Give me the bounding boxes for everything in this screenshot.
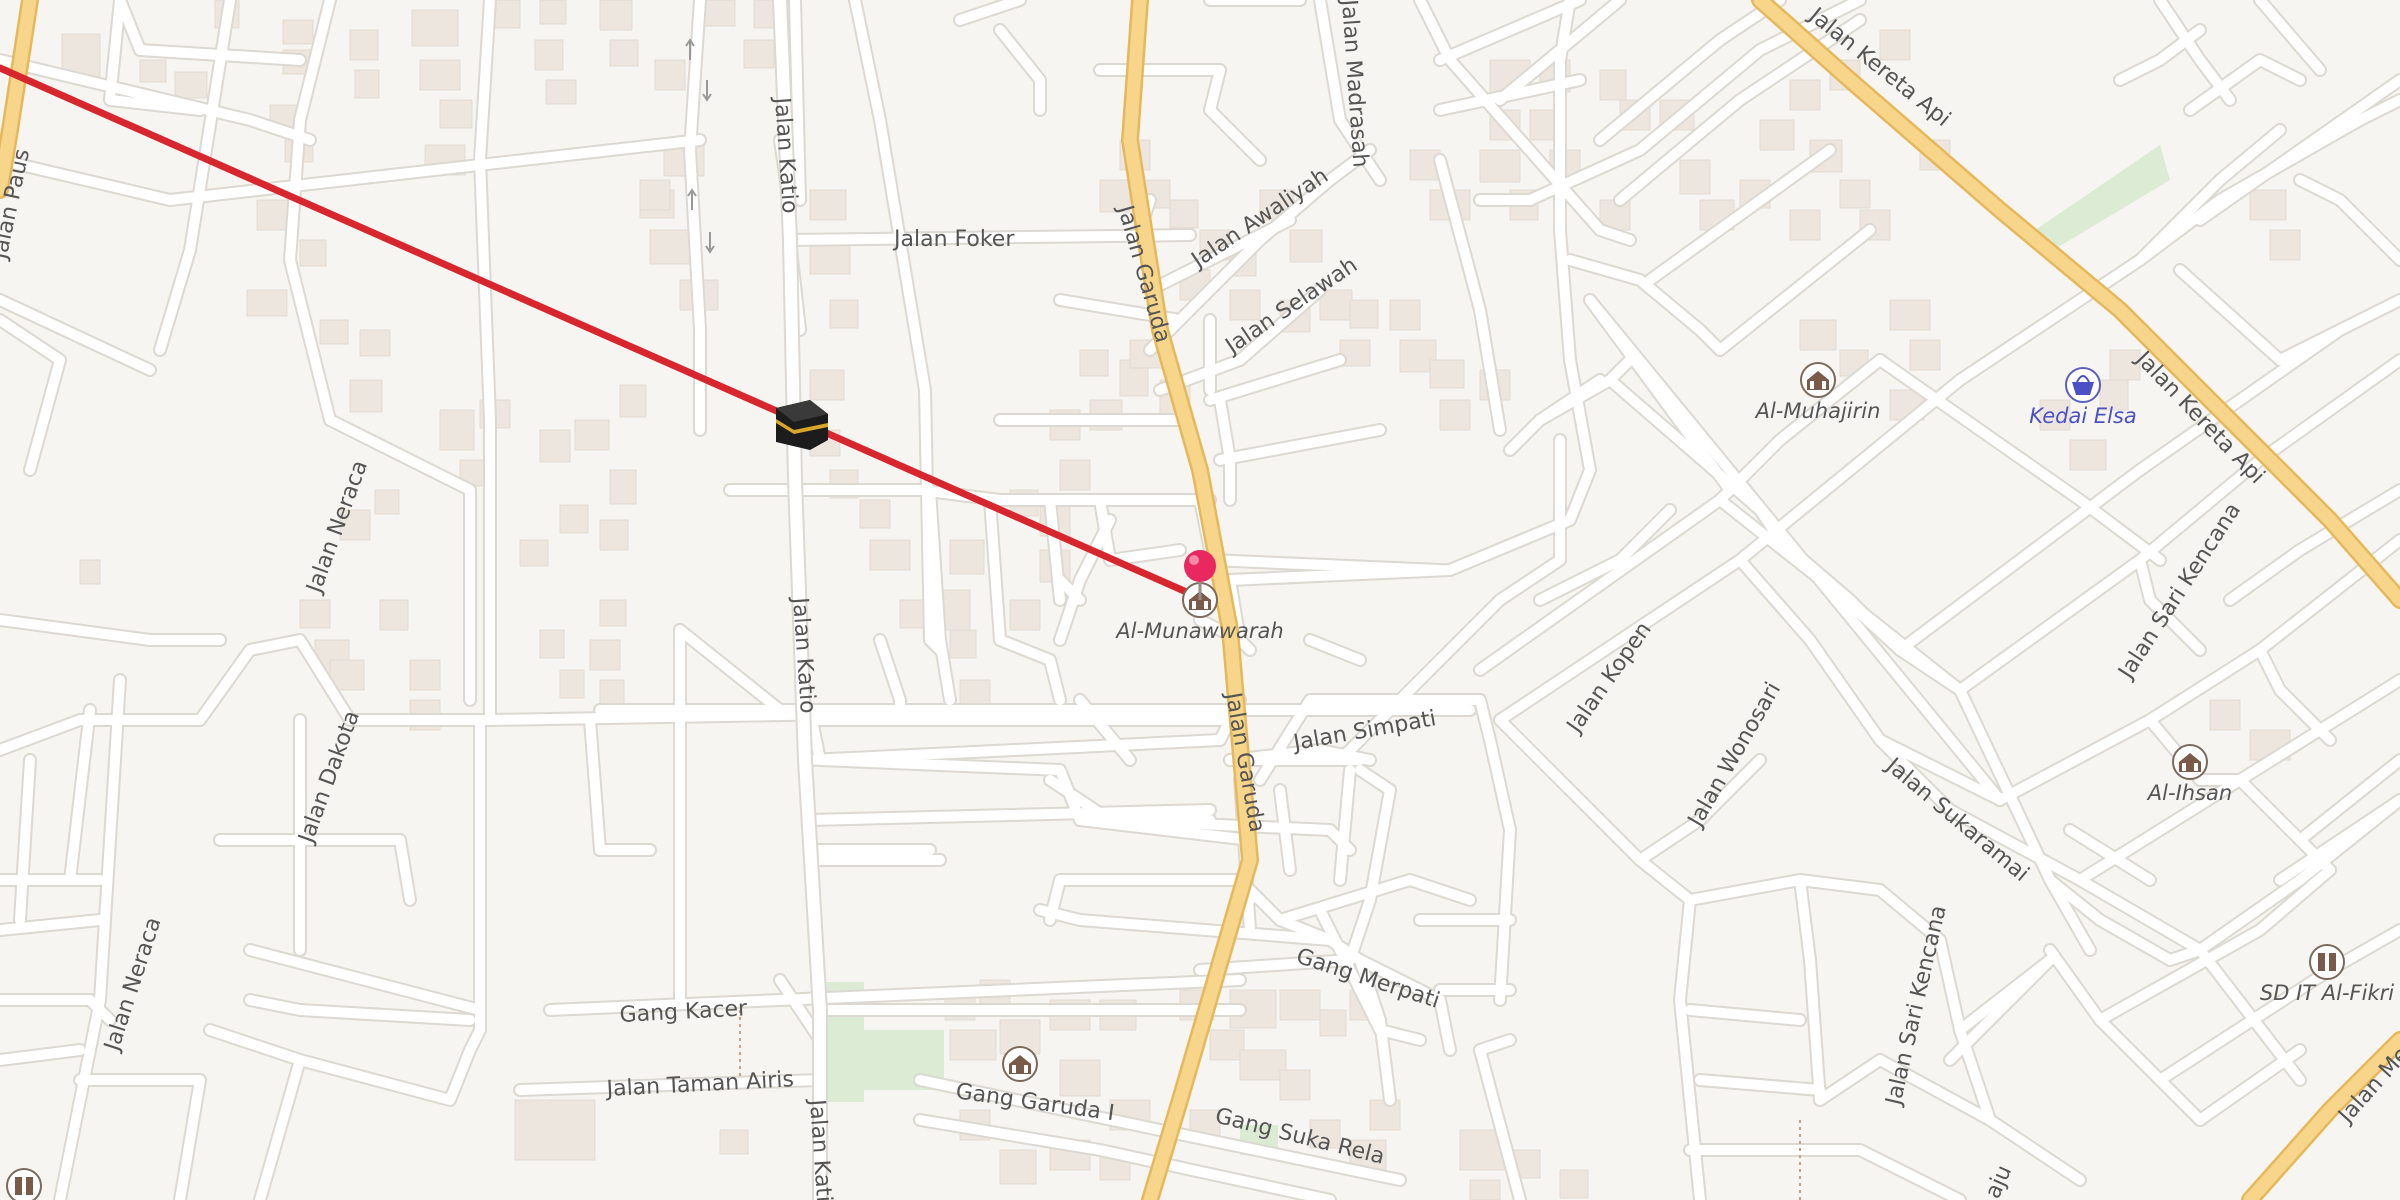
school-icon [6, 1168, 42, 1200]
map-canvas[interactable]: Jalan Paus Jalan Katio Jalan Katio Jalan… [0, 0, 2400, 1200]
mosque-icon [1002, 1046, 1038, 1082]
label-jalan-foker: Jalan Foker [892, 227, 1015, 252]
poi-label-sd-it-al-fikri: SD IT Al-Fikri [2260, 981, 2394, 1005]
shopping-basket-icon [2065, 367, 2101, 403]
poi-label-al-ihsan: Al-Ihsan [2146, 781, 2232, 805]
poi-label-al-munawwarah: Al-Munawwarah [1114, 619, 1283, 643]
poi-label-al-muhajirin: Al-Muhajirin [1754, 399, 1881, 423]
poi-mosque-gang-garuda[interactable] [1002, 1046, 1038, 1082]
school-icon [2309, 944, 2345, 980]
poi-label-kedai-elsa: Kedai Elsa [2029, 404, 2137, 428]
mosque-icon [1800, 362, 1836, 398]
mosque-icon [2172, 744, 2208, 780]
map-svg[interactable]: Jalan Paus Jalan Katio Jalan Katio Jalan… [0, 0, 2400, 1200]
poi-school-bottom-left[interactable] [6, 1168, 42, 1200]
